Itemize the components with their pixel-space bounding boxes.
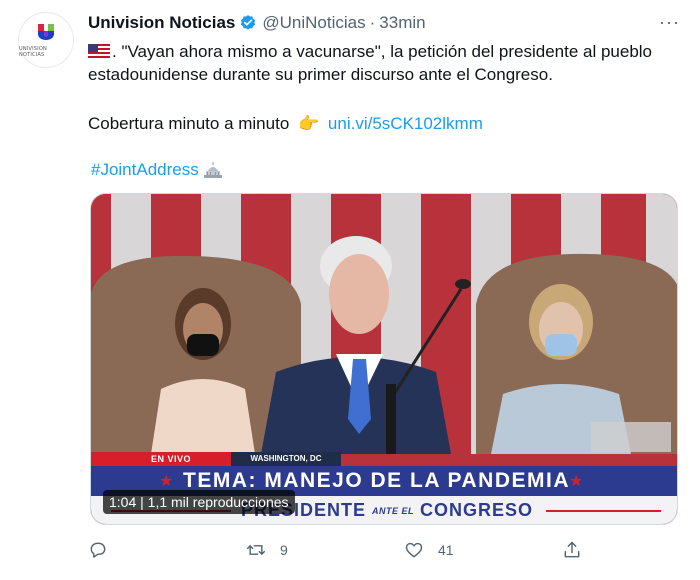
avatar[interactable]: UNIVISION NOTICIAS xyxy=(18,12,74,68)
location-label: WASHINGTON, DC xyxy=(231,452,341,466)
like-count: 41 xyxy=(438,542,454,558)
share-icon xyxy=(564,541,580,558)
pointing-hand-icon: 👉 xyxy=(298,114,320,133)
star-icon: ★ xyxy=(569,473,584,490)
video-duration: 1:04 xyxy=(109,494,137,510)
coverage-line: Cobertura minuto a minuto 👉 uni.vi/5sCK1… xyxy=(88,112,483,135)
subtitle-right: CONGRESO xyxy=(420,500,534,520)
tweet-text-main: . "Vayan ahora mismo a vacunarse", la pe… xyxy=(88,42,653,84)
info-separator: | xyxy=(140,494,148,510)
share-button[interactable] xyxy=(562,540,582,560)
author-name[interactable]: Univision Noticias xyxy=(88,13,235,33)
video-info: 1:04 | 1,1 mil reproducciones xyxy=(103,490,295,514)
video-views: 1,1 mil reproducciones xyxy=(147,494,289,510)
like-icon xyxy=(405,542,423,558)
video-player[interactable]: EN VIVO WASHINGTON, DC ★ TEMA: MANEJO DE… xyxy=(90,193,678,525)
author-handle[interactable]: @UniNoticias xyxy=(262,13,365,33)
tweet-actions: 9 41 xyxy=(88,540,588,564)
hashtag-line: #JointAddress xyxy=(91,158,224,181)
star-icon: ★ xyxy=(159,473,174,490)
divider xyxy=(546,510,661,512)
live-label: EN VIVO xyxy=(91,452,231,466)
subtitle-mid: ANTE EL xyxy=(372,505,415,516)
hashtag-link[interactable]: #JointAddress xyxy=(91,158,199,181)
like-button[interactable]: 41 xyxy=(404,540,454,560)
coverage-text: Cobertura minuto a minuto xyxy=(88,114,290,133)
timestamp[interactable]: 33min xyxy=(379,13,425,33)
tweet-header: Univision Noticias @UniNoticias · 33min xyxy=(88,12,680,34)
coverage-link[interactable]: uni.vi/5sCK102lkmm xyxy=(328,114,483,133)
reply-icon xyxy=(90,542,106,558)
capitol-icon xyxy=(203,161,222,178)
reply-button[interactable] xyxy=(88,540,122,560)
retweet-count: 9 xyxy=(280,542,288,558)
more-options-icon[interactable]: ··· xyxy=(659,12,680,33)
separator: · xyxy=(369,13,376,32)
news-lower-third: EN VIVO WASHINGTON, DC ★ TEMA: MANEJO DE… xyxy=(91,452,677,524)
verified-icon xyxy=(241,15,256,30)
avatar-text: UNIVISION NOTICIAS xyxy=(19,46,47,58)
retweet-icon xyxy=(246,545,266,555)
retweet-button[interactable]: 9 xyxy=(246,540,288,560)
us-flag-icon xyxy=(88,44,110,58)
univision-logo-icon xyxy=(38,24,54,40)
tweet[interactable]: UNIVISION NOTICIAS Univision Noticias @U… xyxy=(0,0,700,580)
tweet-text: . "Vayan ahora mismo a vacunarse", la pe… xyxy=(88,40,688,86)
